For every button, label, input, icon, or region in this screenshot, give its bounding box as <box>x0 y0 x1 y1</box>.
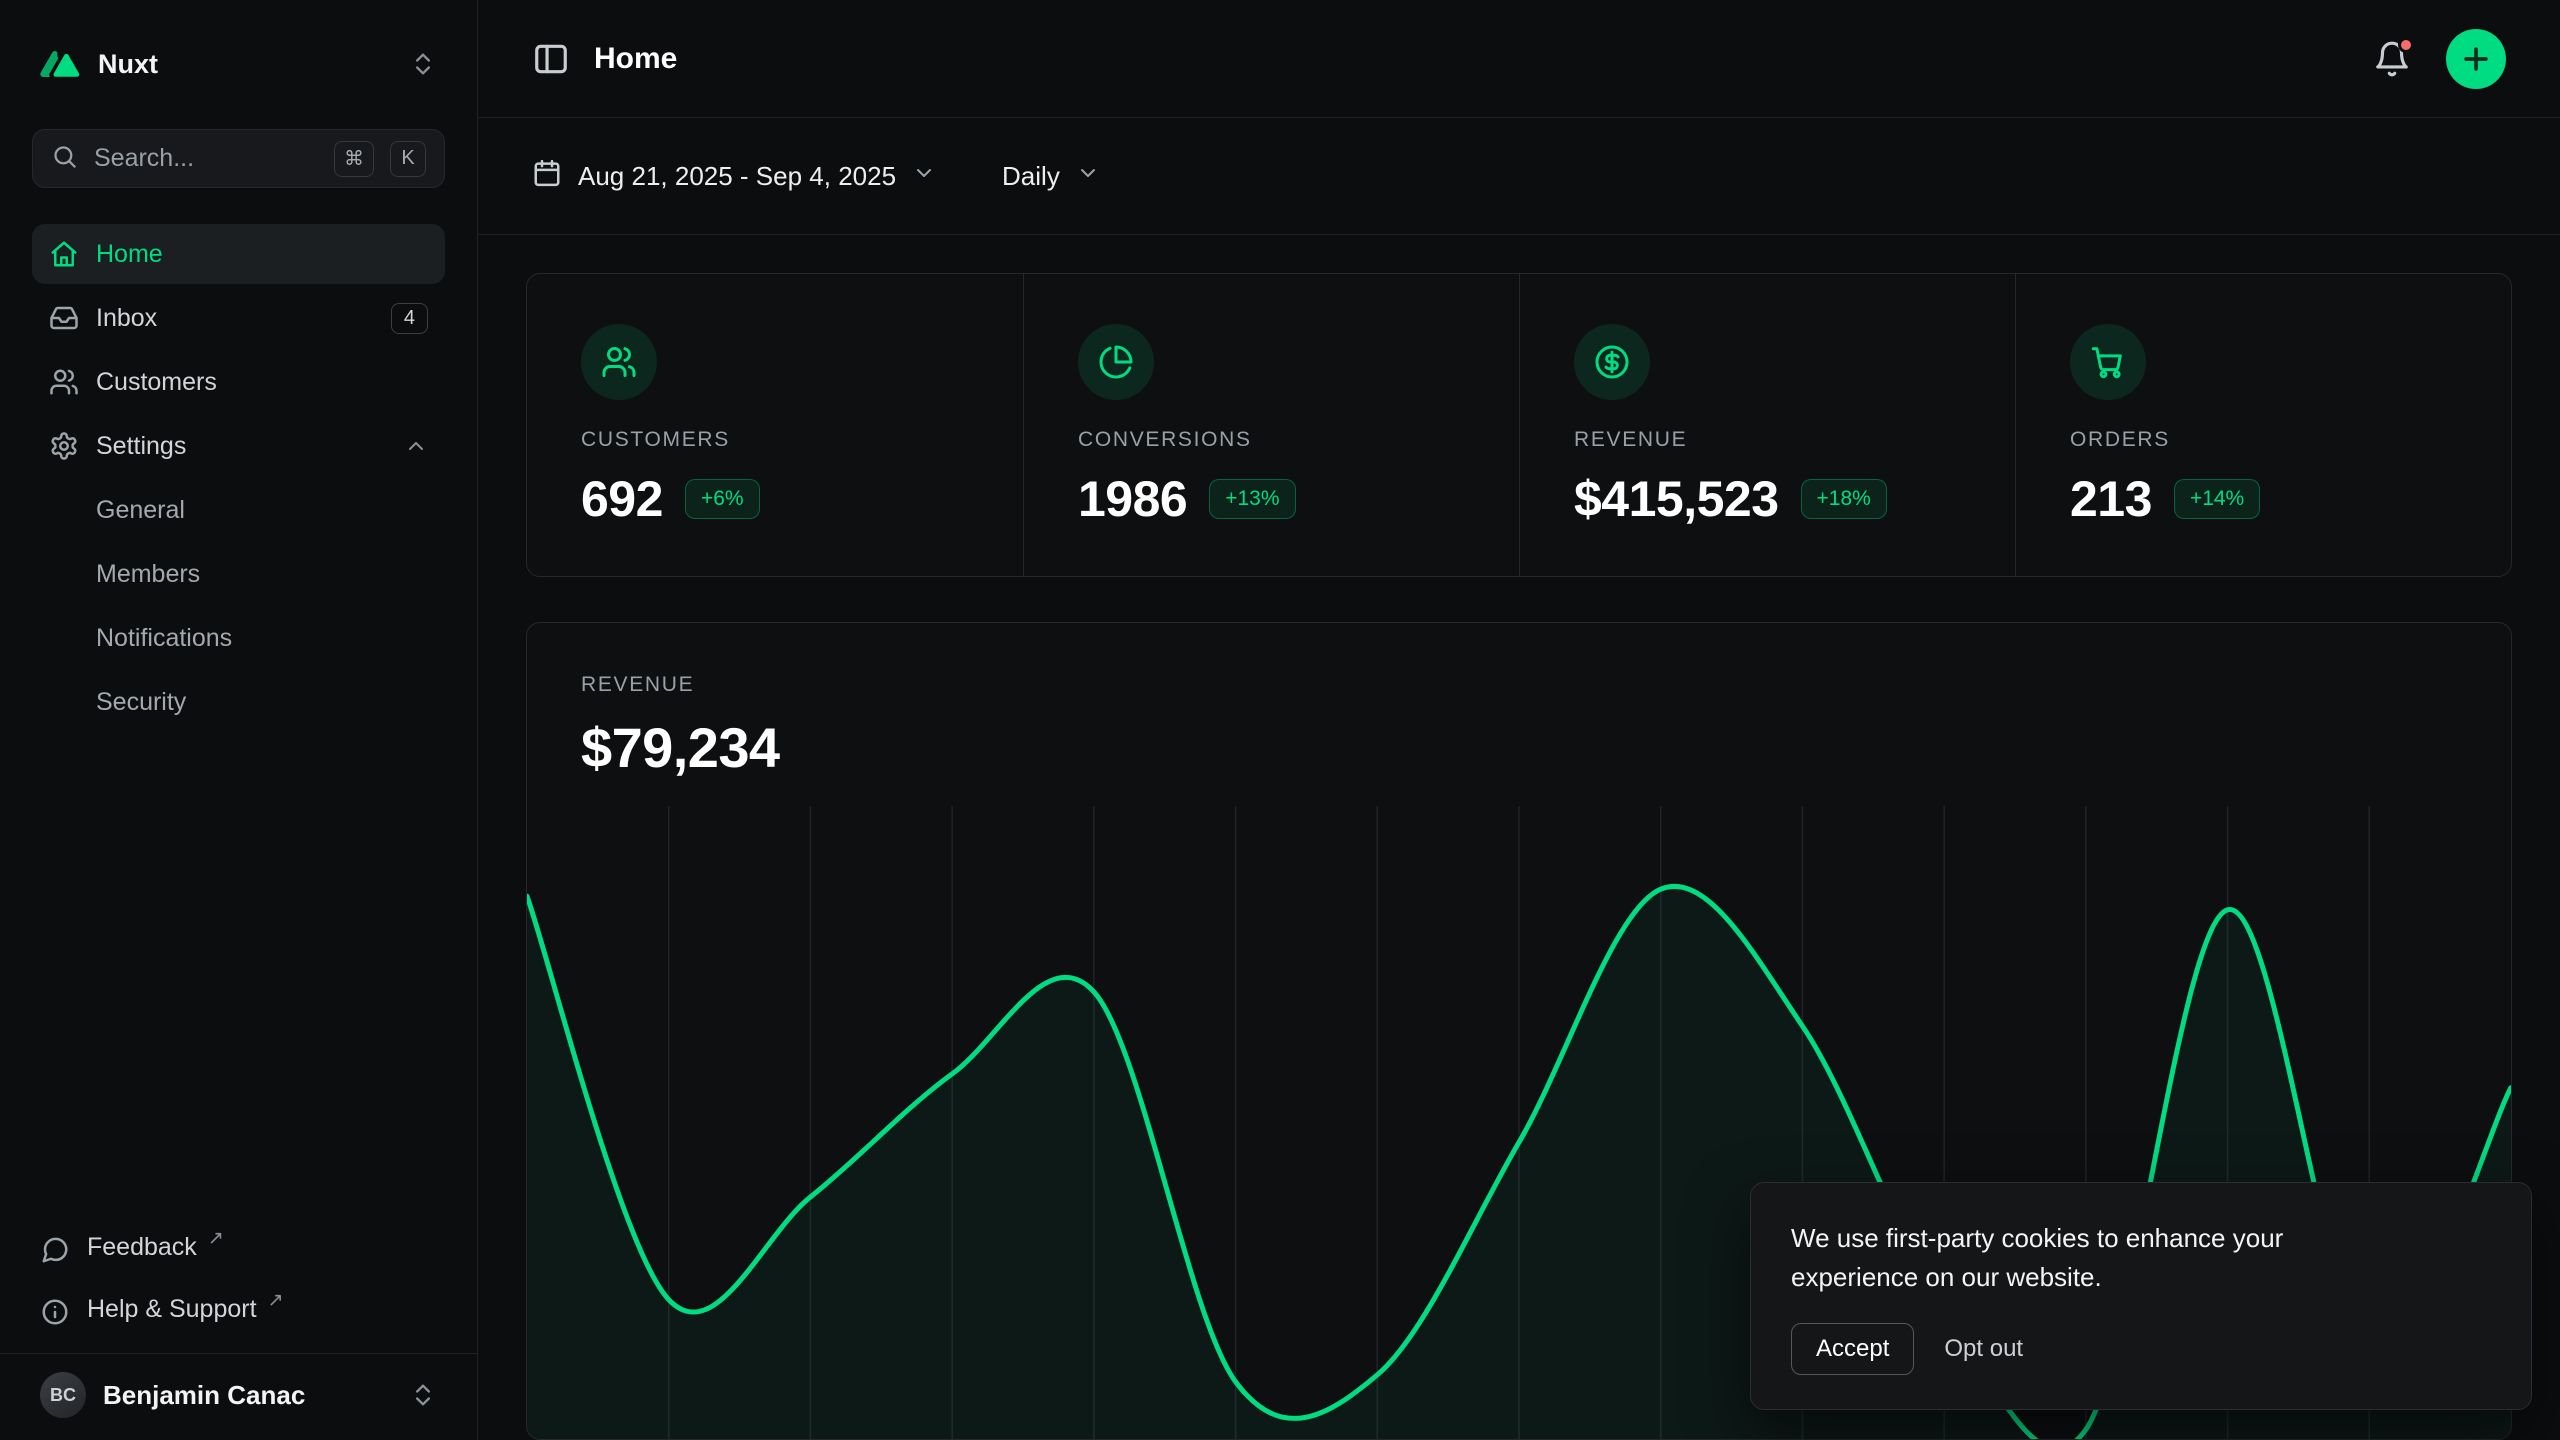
top-header: Home <box>478 0 2560 118</box>
stat-orders: ORDERS 213 +14% <box>2015 274 2511 576</box>
nuxt-logo-icon <box>40 45 80 84</box>
workspace-switcher[interactable]: Nuxt <box>32 23 445 105</box>
kbd-k: K <box>390 141 426 177</box>
sidebar-item-inbox[interactable]: Inbox 4 <box>32 288 445 348</box>
avatar: BC <box>40 1372 86 1418</box>
inbox-count-badge: 4 <box>391 303 428 334</box>
cookie-consent-toast: We use first-party cookies to enhance yo… <box>1750 1182 2532 1410</box>
sidebar-item-home[interactable]: Home <box>32 224 445 284</box>
sidebar-subitem-general[interactable]: General <box>32 480 445 540</box>
stat-revenue: REVENUE $415,523 +18% <box>1519 274 2015 576</box>
gear-icon <box>49 431 79 461</box>
sidebar-subitem-notifications[interactable]: Notifications <box>32 608 445 668</box>
topbar-actions <box>2372 29 2506 89</box>
stat-delta-badge: +6% <box>685 479 760 519</box>
chevron-down-icon <box>912 161 936 192</box>
chevron-up-icon <box>404 434 428 458</box>
stat-value: $415,523 <box>1574 470 1779 528</box>
notifications-bell-button[interactable] <box>2372 39 2412 79</box>
chevrons-up-down-icon <box>409 1381 437 1409</box>
kbd-cmd: ⌘ <box>334 141 374 177</box>
stat-label: REVENUE <box>1574 428 1961 452</box>
feedback-label: Feedback <box>87 1233 197 1262</box>
cookie-accept-button[interactable]: Accept <box>1791 1323 1914 1375</box>
user-name: Benjamin Canac <box>103 1380 305 1411</box>
notification-dot <box>2398 37 2414 53</box>
sidebar: Nuxt Search... ⌘ K Home <box>0 0 478 1440</box>
stat-label: ORDERS <box>2070 428 2457 452</box>
revenue-chart-header: REVENUE $79,234 <box>527 623 2511 780</box>
users-icon <box>581 324 657 400</box>
period-label: Daily <box>1002 161 1060 192</box>
external-link-icon: ↗ <box>268 1289 284 1312</box>
sidebar-footer: Feedback ↗ Help & Support ↗ <box>32 1219 445 1353</box>
inbox-icon <box>49 303 79 333</box>
sidebar-item-label: Settings <box>96 432 186 461</box>
plus-icon <box>2459 42 2493 76</box>
calendar-icon <box>532 158 562 195</box>
message-bubble-icon <box>40 1235 70 1265</box>
stat-delta-badge: +18% <box>1801 479 1887 519</box>
revenue-chart-label: REVENUE <box>581 673 2457 697</box>
external-link-icon: ↗ <box>208 1227 224 1250</box>
chevron-down-icon <box>1076 161 1100 192</box>
info-circle-icon <box>40 1297 70 1327</box>
stat-customers: CUSTOMERS 692 +6% <box>527 274 1023 576</box>
workspace-name: Nuxt <box>98 49 158 80</box>
stat-label: CUSTOMERS <box>581 428 969 452</box>
stat-conversions: CONVERSIONS 1986 +13% <box>1023 274 1519 576</box>
sidebar-item-label: Inbox <box>96 304 157 333</box>
sidebar-nav: Home Inbox 4 Customers Settings <box>32 224 445 736</box>
date-range-label: Aug 21, 2025 - Sep 4, 2025 <box>578 161 896 192</box>
feedback-link[interactable]: Feedback ↗ <box>32 1219 445 1281</box>
sidebar-item-customers[interactable]: Customers <box>32 352 445 412</box>
stats-panel: CUSTOMERS 692 +6% CONVERSIONS 1986 +13% <box>526 273 2512 577</box>
users-icon <box>49 367 79 397</box>
user-menu[interactable]: BC Benjamin Canac <box>0 1353 477 1440</box>
search-icon <box>51 143 78 175</box>
help-support-link[interactable]: Help & Support ↗ <box>32 1281 445 1343</box>
cookie-actions: Accept Opt out <box>1791 1323 2491 1375</box>
chevrons-up-down-icon <box>409 50 437 78</box>
add-button[interactable] <box>2446 29 2506 89</box>
sidebar-item-label: Customers <box>96 368 217 397</box>
stat-delta-badge: +14% <box>2174 479 2260 519</box>
search-input[interactable]: Search... ⌘ K <box>32 129 445 188</box>
cookie-optout-button[interactable]: Opt out <box>1944 1335 2023 1363</box>
stat-value: 213 <box>2070 470 2152 528</box>
sidebar-item-label: Home <box>96 240 163 269</box>
sidebar-subitem-security[interactable]: Security <box>32 672 445 732</box>
app-root: Nuxt Search... ⌘ K Home <box>0 0 2560 1440</box>
dollar-circle-icon <box>1574 324 1650 400</box>
stat-delta-badge: +13% <box>1209 479 1295 519</box>
pie-chart-icon <box>1078 324 1154 400</box>
sidebar-subitem-members[interactable]: Members <box>32 544 445 604</box>
home-icon <box>49 239 79 269</box>
period-select[interactable]: Daily <box>1002 161 1100 192</box>
cookie-message: We use first-party cookies to enhance yo… <box>1791 1219 2401 1297</box>
filters-toolbar: Aug 21, 2025 - Sep 4, 2025 Daily <box>478 118 2560 235</box>
sidebar-item-settings[interactable]: Settings <box>32 416 445 476</box>
stat-value: 692 <box>581 470 663 528</box>
page-title: Home <box>594 42 677 76</box>
shopping-cart-icon <box>2070 324 2146 400</box>
search-placeholder: Search... <box>94 144 318 173</box>
date-range-picker[interactable]: Aug 21, 2025 - Sep 4, 2025 <box>532 158 936 195</box>
sidebar-toggle-icon[interactable] <box>532 40 570 78</box>
help-support-label: Help & Support <box>87 1295 257 1324</box>
stat-label: CONVERSIONS <box>1078 428 1465 452</box>
revenue-chart-value: $79,234 <box>581 715 2457 780</box>
stat-value: 1986 <box>1078 470 1187 528</box>
